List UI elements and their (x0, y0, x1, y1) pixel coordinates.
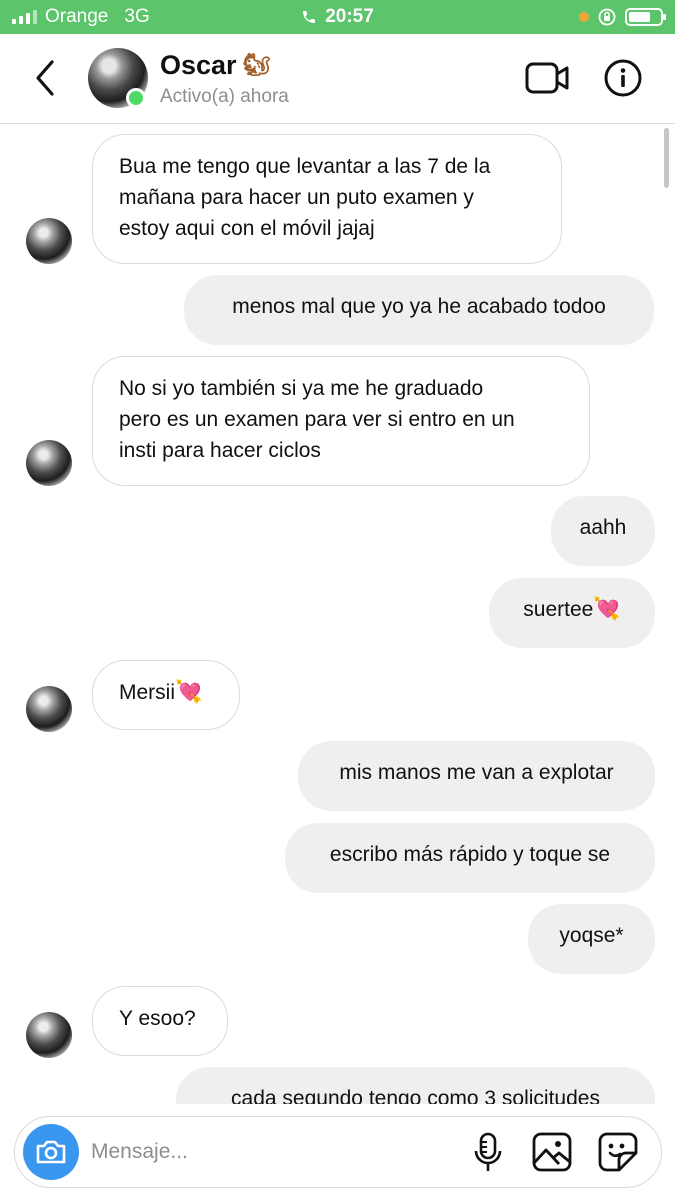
orientation-lock-icon (598, 8, 616, 26)
message-text: aahh (579, 516, 627, 539)
info-icon[interactable] (603, 58, 643, 98)
sender-avatar[interactable] (26, 218, 72, 264)
sender-avatar[interactable] (26, 1012, 72, 1058)
message-line: estoy aqui con el móvil jajaj (119, 217, 375, 240)
outgoing-message[interactable]: mis manos me van a explotar (298, 741, 655, 811)
contact-activity-status: Activo(a) ahora (160, 86, 289, 107)
chipmunk-emoji-icon: 🐿 (242, 53, 271, 78)
message-input[interactable] (91, 1131, 451, 1173)
outgoing-message[interactable]: suertee💘 (489, 578, 655, 648)
contact-name-text: Oscar (160, 50, 237, 80)
message-text: suertee (523, 598, 594, 621)
outgoing-message[interactable]: aahh (551, 496, 655, 566)
incoming-message[interactable]: Mersii💘 (92, 660, 240, 730)
phone-call-icon (303, 11, 316, 23)
gallery-icon[interactable] (531, 1131, 573, 1173)
back-icon[interactable] (28, 56, 64, 100)
microphone-icon[interactable] (473, 1131, 503, 1175)
outgoing-message[interactable]: yoqse* (528, 904, 655, 974)
incoming-message[interactable]: Bua me tengo que levantar a las 7 de la … (92, 134, 562, 264)
message-line: insti para hacer ciclos (119, 439, 321, 462)
scrollbar[interactable] (664, 128, 669, 188)
sender-avatar[interactable] (26, 440, 72, 486)
recording-indicator-icon (579, 12, 589, 22)
camera-button[interactable] (23, 1124, 79, 1180)
outgoing-message[interactable]: cada segundo tengo como 3 solicitudes (176, 1067, 655, 1104)
video-call-icon[interactable] (524, 58, 570, 98)
online-status-indicator (126, 88, 146, 108)
message-text: mis manos me van a explotar (339, 761, 614, 784)
heart-arrow-emoji-icon: 💘 (593, 597, 621, 622)
outgoing-message[interactable]: menos mal que yo ya he acabado todoo (184, 275, 654, 345)
incoming-message[interactable]: Y esoo? (92, 986, 228, 1056)
message-line: pero es un examen para ver si entro en u… (119, 408, 515, 431)
battery-icon (625, 8, 666, 26)
camera-icon (36, 1140, 66, 1164)
message-line: mañana para hacer un puto examen y (119, 186, 474, 209)
message-line: No si yo también si ya me he graduado (119, 377, 484, 400)
message-text: menos mal que yo ya he acabado todoo (232, 295, 606, 318)
outgoing-message[interactable]: escribo más rápido y toque se (285, 823, 655, 893)
message-text: Y esoo? (119, 1007, 196, 1030)
chat-header: Oscar 🐿 Activo(a) ahora (0, 34, 675, 124)
message-composer (14, 1116, 662, 1188)
sticker-icon[interactable] (597, 1131, 639, 1173)
message-line: Bua me tengo que levantar a las 7 de la (119, 155, 491, 178)
status-bar-right (579, 0, 666, 34)
message-thread[interactable]: Bua me tengo que levantar a las 7 de la … (0, 124, 675, 1104)
clock-label: 20:57 (325, 6, 374, 27)
status-bar: Orange 3G 20:57 (0, 0, 675, 34)
contact-name[interactable]: Oscar 🐿 (160, 50, 271, 81)
sender-avatar[interactable] (26, 686, 72, 732)
status-bar-center: 20:57 (0, 0, 675, 34)
incoming-message[interactable]: No si yo también si ya me he graduado pe… (92, 356, 590, 486)
message-text: escribo más rápido y toque se (329, 843, 611, 866)
message-text: Mersii (119, 681, 175, 704)
message-text: cada segundo tengo como 3 solicitudes (231, 1087, 600, 1104)
message-text: yoqse* (559, 924, 624, 947)
heart-arrow-emoji-icon: 💘 (175, 680, 203, 705)
